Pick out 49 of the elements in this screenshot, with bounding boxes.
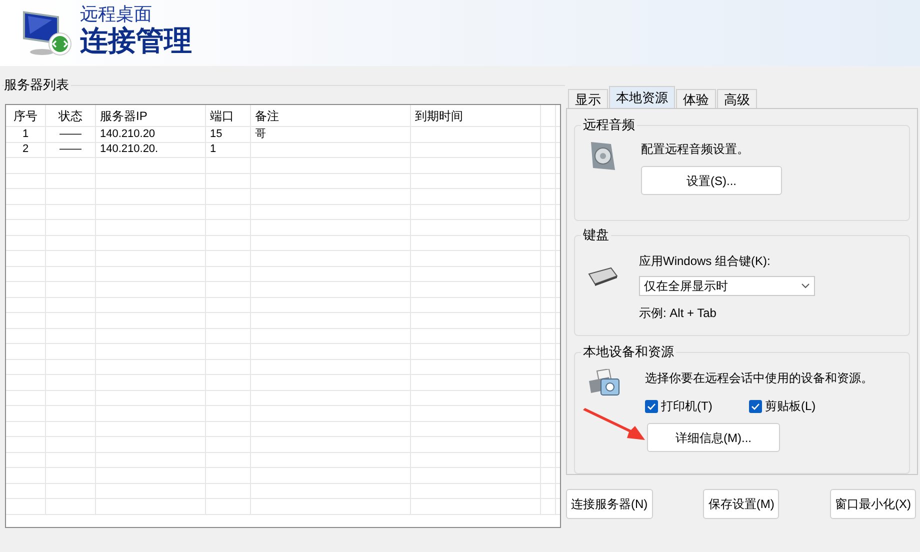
column-header[interactable]: 状态: [58, 106, 82, 124]
check-icon: [647, 402, 656, 410]
group-title: 服务器列表: [4, 76, 71, 94]
button[interactable]: 详细信息(M)...: [647, 423, 780, 452]
tab[interactable]: 显示: [568, 89, 608, 108]
table-cell-text: 140.210.20: [99, 128, 156, 141]
table-cell-text: 15: [209, 128, 222, 141]
column-header[interactable]: 备注: [251, 106, 279, 124]
tab[interactable]: 高级: [717, 89, 757, 108]
table-cell: 1: [22, 128, 29, 141]
column-header[interactable]: 到期时间: [411, 106, 463, 124]
local-description: 选择你要在远程会话中使用的设备和资源。: [645, 370, 873, 387]
table-cell-text: 哥: [254, 128, 266, 141]
column-header[interactable]: 服务器IP: [96, 106, 148, 124]
keyboard-example: 示例: Alt + Tab: [639, 305, 718, 322]
audio-description: 配置远程音频设置。: [641, 141, 750, 158]
group-title: 远程音频: [581, 116, 637, 134]
button[interactable]: 设置(S)...: [641, 166, 782, 195]
annotation-arrow: [583, 408, 645, 442]
checkbox[interactable]: [749, 400, 762, 412]
monitor-icon: [22, 8, 74, 58]
table-cell-text: 1: [209, 143, 216, 156]
group-title: 键盘: [581, 226, 611, 244]
button[interactable]: 窗口最小化(X): [830, 489, 916, 519]
tab[interactable]: 体验: [676, 89, 716, 108]
table-cell: ——: [60, 143, 82, 156]
header-title: 连接管理: [80, 25, 192, 57]
table-row[interactable]: 2 —— 140.210.20. 1: [6, 142, 560, 158]
speaker-icon: [589, 140, 617, 172]
header-subtitle: 远程桌面: [80, 3, 153, 25]
check-icon: [751, 402, 760, 410]
chevron-down-icon: [801, 283, 810, 289]
button[interactable]: 保存设置(M): [703, 489, 780, 519]
keyboard-label: 应用Windows 组合键(K):: [639, 253, 772, 270]
table-cell-text: 140.210.20.: [99, 143, 158, 156]
dropdown[interactable]: 仅在全屏显示时: [639, 276, 815, 296]
column-header[interactable]: 端口: [206, 106, 234, 124]
printer-camera-icon: [587, 369, 621, 397]
group-title: 本地设备和资源: [581, 343, 676, 361]
button[interactable]: 连接服务器(N): [566, 489, 653, 519]
checkbox[interactable]: [645, 400, 658, 412]
keyboard-icon: [587, 266, 619, 286]
column-header[interactable]: 序号: [14, 106, 38, 124]
table-row[interactable]: 1 —— 140.210.20 15 哥: [6, 127, 560, 142]
table-cell: 2: [22, 143, 29, 156]
table-cell: ——: [60, 128, 82, 141]
tab[interactable]: 本地资源: [609, 86, 675, 108]
checkbox-label: 打印机(T): [661, 398, 712, 415]
checkbox-label: 剪贴板(L): [765, 398, 816, 415]
